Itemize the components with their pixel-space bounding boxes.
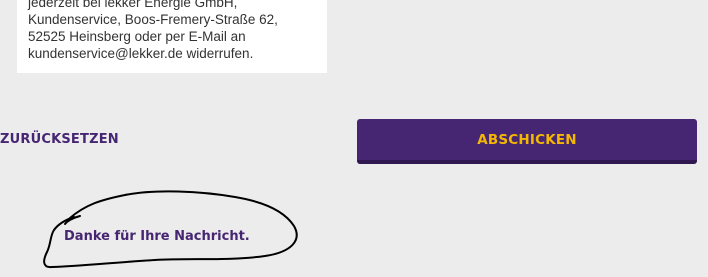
info-line: 52525 Heinsberg oder per E-Mail an [28, 29, 246, 44]
withdrawal-info-box: jederzeit bei lekker Energie GmbH, Kunde… [17, 0, 327, 73]
reset-button[interactable]: ZURÜCKSETZEN [0, 132, 119, 147]
info-line: jederzeit bei lekker Energie GmbH, [28, 0, 238, 10]
submit-button[interactable]: ABSCHICKEN [357, 119, 697, 164]
confirmation-area: Danke für Ihre Nachricht. [40, 188, 302, 272]
info-line-email: kundenservice@lekker.de widerrufen. [28, 46, 254, 61]
info-line: Kundenservice, Boos-Fremery-Straße 62, [28, 12, 278, 27]
thank-you-message: Danke für Ihre Nachricht. [64, 229, 250, 244]
